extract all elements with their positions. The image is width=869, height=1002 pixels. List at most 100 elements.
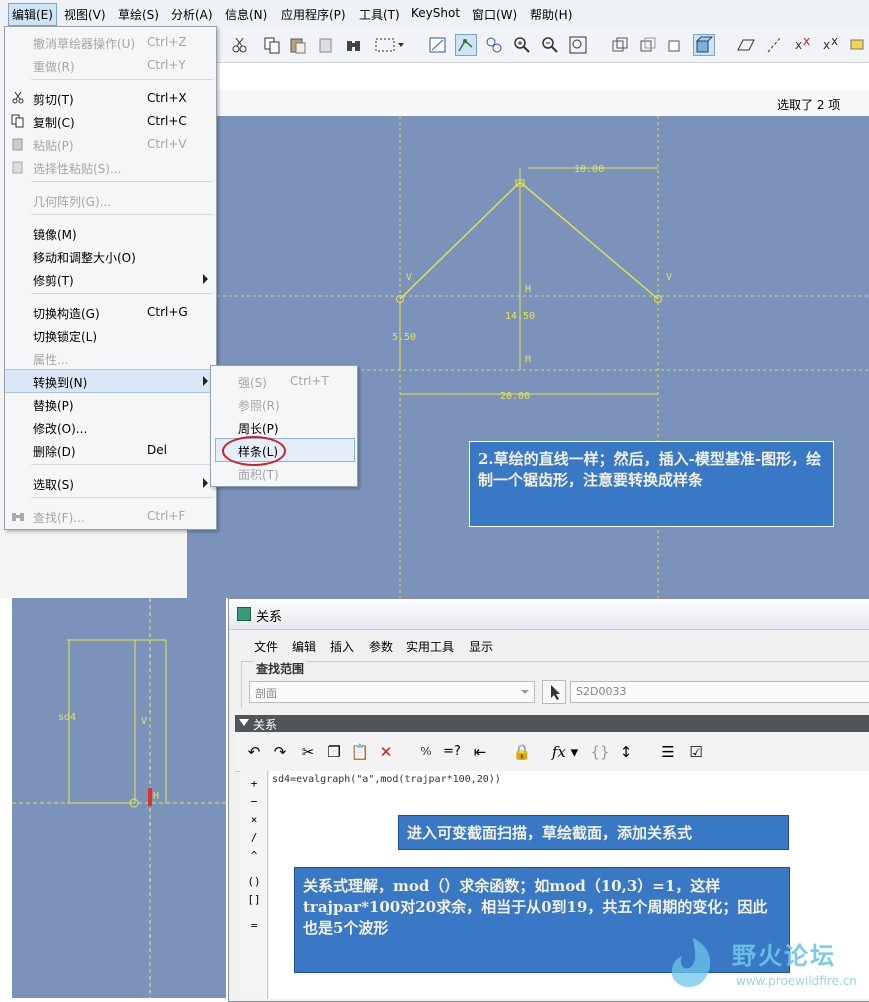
menu-toggle-lock[interactable]: 切换锁定(L) <box>5 324 216 346</box>
menu-properties[interactable]: 属性... <box>5 347 216 369</box>
dialog-menu-file[interactable]: 文件 <box>254 638 278 655</box>
menu-toggle-construction[interactable]: 切换构造(G) Ctrl+G <box>5 301 216 323</box>
menu-replace[interactable]: 替换(P) <box>5 393 216 415</box>
paste-icon[interactable]: 📋 <box>349 741 371 763</box>
dialog-menu-display[interactable]: 显示 <box>469 638 493 655</box>
zoom-in-icon[interactable] <box>511 34 533 56</box>
coordinate-system-icon[interactable]: xx <box>819 34 841 56</box>
menu-convert-to[interactable]: 转换到(N) <box>5 369 216 393</box>
copy-icon[interactable] <box>261 34 283 56</box>
menu-paste[interactable]: 粘贴(P) Ctrl+V <box>5 133 216 155</box>
dialog-menu-edit[interactable]: 编辑 <box>292 638 316 655</box>
menu-move-resize[interactable]: 移动和调整大小(O) <box>5 245 216 267</box>
sketch-view-icon[interactable] <box>427 34 449 56</box>
menu-paste-special[interactable]: 选择性粘贴(S)... <box>5 156 216 178</box>
submenu-area[interactable]: 面积(T) <box>211 462 357 484</box>
operator-minus-button[interactable]: − <box>244 795 264 808</box>
menu-window[interactable]: 窗口(W) <box>472 6 517 23</box>
view-wireframe-icon[interactable] <box>609 34 631 56</box>
delete-icon[interactable]: ✕ <box>375 741 397 763</box>
selection-count: 选取了 2 项 <box>777 98 841 112</box>
menu-edit[interactable]: 编辑(E) <box>8 3 57 26</box>
menu-keyshot[interactable]: KeyShot <box>411 6 460 20</box>
dialog-menu-parameters[interactable]: 参数 <box>369 638 393 655</box>
paste-special-icon[interactable] <box>315 34 337 56</box>
menu-applications[interactable]: 应用程序(P) <box>281 6 346 23</box>
menu-redo[interactable]: 重做(R) Ctrl+Y <box>5 54 216 76</box>
pick-button[interactable] <box>542 680 566 704</box>
paste-icon[interactable] <box>287 34 309 56</box>
svg-text:x: x <box>823 38 830 52</box>
menu-tools[interactable]: 工具(T) <box>359 6 400 23</box>
menu-select[interactable]: 选取(S) <box>5 472 216 494</box>
scissors-icon[interactable] <box>229 34 251 56</box>
operator-plus-button[interactable]: + <box>244 777 264 790</box>
operator-sidebar: + − × / ^ () [] = <box>240 771 268 999</box>
menu-undo[interactable]: 撤消草绘器操作(U) Ctrl+Z <box>5 31 216 53</box>
relations-section-header[interactable]: 关系 <box>235 715 869 732</box>
menu-geometry-pattern[interactable]: 几何阵列(G)... <box>5 189 216 211</box>
menu-view[interactable]: 视图(V) <box>64 6 106 23</box>
binoculars-icon[interactable] <box>343 34 365 56</box>
datum-axis-icon[interactable] <box>763 34 785 56</box>
operator-multiply-button[interactable]: × <box>244 813 264 826</box>
operator-parens-button[interactable]: () <box>244 875 264 888</box>
list-icon[interactable]: ☰ <box>657 741 679 763</box>
view-hidden-icon[interactable] <box>637 34 659 56</box>
menu-help[interactable]: 帮助(H) <box>530 6 572 23</box>
copy-icon[interactable]: ❐ <box>323 741 345 763</box>
constraints-icon[interactable] <box>483 34 505 56</box>
section-sketch-canvas[interactable]: sd4 V H <box>12 598 226 998</box>
scope-select[interactable]: 剖面 <box>249 681 535 703</box>
dialog-title: 关系 <box>256 610 283 625</box>
submenu-perimeter[interactable]: 周长(P) <box>211 416 357 438</box>
menu-separator <box>31 464 213 465</box>
menu-trim[interactable]: 修剪(T) <box>5 268 216 290</box>
view-shaded-icon[interactable] <box>693 34 715 56</box>
sort-icon[interactable]: ↕ <box>615 741 637 763</box>
datum-point-icon[interactable]: xx <box>791 34 813 56</box>
submenu-reference[interactable]: 参照(R) <box>211 393 357 415</box>
function-icon[interactable]: fx ▾ <box>547 741 583 763</box>
check-icon[interactable]: ☑ <box>685 741 707 763</box>
lock-icon[interactable]: 🔒 <box>511 741 533 763</box>
annotation-note-1: 2.草绘的直线一样；然后，插入-模型基准-图形，绘制一个锯齿形，注意要转换成样条 <box>469 441 834 527</box>
show-values-icon[interactable]: ⁰⁄₀ <box>415 741 437 763</box>
menu-find[interactable]: 查找(F)... Ctrl+F <box>5 505 216 527</box>
undo-icon[interactable]: ↶ <box>243 741 265 763</box>
constraint-v-left: V <box>406 272 412 283</box>
menu-copy[interactable]: 复制(C) Ctrl+C <box>5 110 216 132</box>
forum-watermark: 野火论坛 www.proewildfire.cn <box>658 932 863 994</box>
brackets-icon[interactable]: {} <box>589 741 611 763</box>
cut-icon[interactable]: ✂ <box>297 741 319 763</box>
menu-modify[interactable]: 修改(O)... <box>5 416 216 438</box>
dialog-menu-utilities[interactable]: 实用工具 <box>406 638 454 655</box>
menu-mirror[interactable]: 镜像(M) <box>5 222 216 244</box>
redo-icon[interactable]: ↷ <box>269 741 291 763</box>
dialog-menu-insert[interactable]: 插入 <box>330 638 354 655</box>
annotation-icon[interactable] <box>847 34 869 56</box>
operator-power-button[interactable]: ^ <box>244 849 264 862</box>
select-box-icon[interactable] <box>373 34 407 56</box>
menu-cut[interactable]: 剪切(T) Ctrl+X <box>5 87 216 109</box>
verify-relations-icon[interactable]: =? <box>441 741 463 763</box>
units-icon[interactable]: ⇤ <box>469 741 491 763</box>
menu-analysis[interactable]: 分析(A) <box>171 6 213 23</box>
operator-equals-button[interactable]: = <box>244 919 264 932</box>
watermark-title: 野火论坛 <box>732 942 836 970</box>
menu-delete[interactable]: 删除(D) Del <box>5 439 216 461</box>
operator-divide-button[interactable]: / <box>244 831 264 844</box>
scope-item-field[interactable]: S2D0033 <box>570 681 869 703</box>
menu-info[interactable]: 信息(N) <box>225 6 267 23</box>
submenu-strong[interactable]: 强(S) Ctrl+T <box>211 370 357 392</box>
datum-plane-icon[interactable] <box>735 34 757 56</box>
display-vertices-icon[interactable] <box>455 34 477 56</box>
operator-brackets-button[interactable]: [] <box>244 893 264 906</box>
dialog-titlebar[interactable]: 关系 <box>229 599 869 630</box>
zoom-out-icon[interactable] <box>539 34 561 56</box>
view-no-hidden-icon[interactable] <box>665 34 687 56</box>
dim-left-label: 5.50 <box>392 332 416 343</box>
menu-sketch[interactable]: 草绘(S) <box>118 6 159 23</box>
refit-icon[interactable] <box>567 34 589 56</box>
constraint-v-right: V <box>666 272 672 283</box>
